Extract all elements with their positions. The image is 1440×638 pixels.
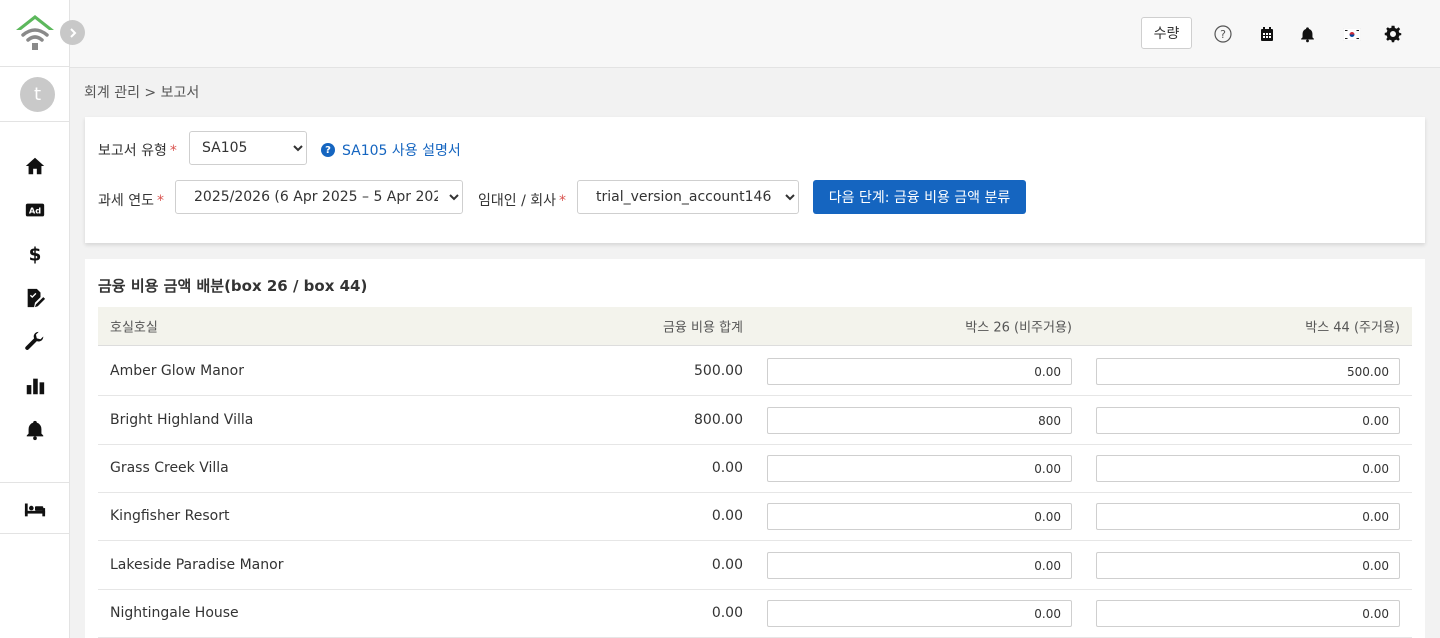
table-row: Amber Glow Manor 500.00 xyxy=(98,347,1412,396)
sidebar-item-home[interactable] xyxy=(0,144,69,188)
home-icon xyxy=(25,157,44,175)
box26-input[interactable] xyxy=(767,600,1072,627)
sidebar-divider-bottom xyxy=(0,533,69,534)
landlord-select[interactable]: trial_version_account146 xyxy=(577,180,799,214)
sidebar-item-notifications[interactable] xyxy=(0,408,69,452)
table-row: Nightingale House 0.00 xyxy=(98,589,1412,638)
notifications-button[interactable] xyxy=(1297,24,1317,44)
finance-total: 0.00 xyxy=(711,605,743,621)
avatar-area: t xyxy=(0,67,69,122)
table-row: Lakeside Paradise Manor 0.00 xyxy=(98,541,1412,590)
box44-input[interactable] xyxy=(1096,407,1400,434)
wrench-icon xyxy=(24,331,43,350)
box44-input[interactable] xyxy=(1096,358,1400,385)
sa105-manual-link[interactable]: ? SA105 사용 설명서 xyxy=(321,140,461,160)
sidebar-item-tools[interactable] xyxy=(0,320,69,364)
report-filter-card: 보고서 유형 * SA105 ? SA105 사용 설명서 과세 연도 * 2025… xyxy=(85,117,1425,243)
sidebar-divider xyxy=(0,482,69,483)
header-box26: 박스 26 (비주거용) xyxy=(965,320,1072,336)
table-row: Bright Highland Villa 800.00 xyxy=(98,396,1412,445)
top-bar: 수량 ? xyxy=(70,0,1440,68)
bell-icon xyxy=(1300,26,1314,42)
quantity-button[interactable]: 수량 xyxy=(1141,17,1192,49)
room-name: Bright Highland Villa xyxy=(110,412,254,428)
finance-total: 800.00 xyxy=(694,412,743,428)
avatar[interactable]: t xyxy=(20,77,55,112)
box26-input[interactable] xyxy=(767,552,1072,579)
dollar-icon: $ xyxy=(28,244,41,265)
room-name: Lakeside Paradise Manor xyxy=(110,557,284,573)
svg-text:$: $ xyxy=(28,244,41,265)
calendar-icon xyxy=(1261,27,1273,41)
svg-text:Ad: Ad xyxy=(28,206,40,216)
sidebar-item-documents[interactable] xyxy=(0,276,69,320)
breadcrumb: 회계 관리 > 보고서 xyxy=(84,85,200,101)
sidebar: t Ad $ xyxy=(0,0,70,638)
box44-input[interactable] xyxy=(1096,600,1400,627)
sidebar-item-reports[interactable] xyxy=(0,364,69,408)
tax-year-select[interactable]: 2025/2026 (6 Apr 2025 – 5 Apr 2026) xyxy=(175,180,463,214)
table-row: Grass Creek Villa 0.00 xyxy=(98,444,1412,493)
header-total: 금융 비용 합계 xyxy=(662,320,743,336)
bed-icon xyxy=(24,503,45,517)
box44-input[interactable] xyxy=(1096,552,1400,579)
next-step-button[interactable]: 다음 단계: 금융 비용 금액 분류 xyxy=(813,180,1026,214)
bar-chart-icon xyxy=(26,378,44,395)
finance-cost-table-card: 금융 비용 금액 배분(box 26 / box 44) 호실호실 금융 비용 … xyxy=(85,259,1425,638)
logo-area xyxy=(0,0,69,67)
box26-input[interactable] xyxy=(767,407,1072,434)
header-box44: 박스 44 (주거용) xyxy=(1305,320,1400,336)
chevron-right-icon xyxy=(69,27,76,38)
header-room: 호실호실 xyxy=(110,320,158,336)
box26-input[interactable] xyxy=(767,455,1072,482)
calendar-button[interactable] xyxy=(1257,24,1277,44)
question-icon: ? xyxy=(321,143,335,157)
finance-total: 0.00 xyxy=(711,460,743,476)
gear-icon xyxy=(1384,25,1402,43)
ad-icon: Ad xyxy=(25,203,44,217)
box44-input[interactable] xyxy=(1096,503,1400,530)
sidebar-item-ads[interactable]: Ad xyxy=(0,188,69,232)
table-row: Kingfisher Resort 0.00 xyxy=(98,492,1412,541)
settings-button[interactable] xyxy=(1383,24,1403,44)
document-edit-icon xyxy=(27,288,45,308)
room-name: Amber Glow Manor xyxy=(110,363,244,379)
report-type-label: 보고서 유형 * xyxy=(98,143,177,159)
box26-input[interactable] xyxy=(767,503,1072,530)
finance-total: 0.00 xyxy=(711,508,743,524)
help-circle-icon: ? xyxy=(1214,25,1232,43)
table-header: 호실호실 금융 비용 합계 박스 26 (비주거용) 박스 44 (주거용) xyxy=(98,307,1412,346)
korea-flag-icon xyxy=(1343,27,1361,41)
box26-input[interactable] xyxy=(767,358,1072,385)
box44-input[interactable] xyxy=(1096,455,1400,482)
logo-wifi-home-icon[interactable] xyxy=(14,13,56,53)
finance-total: 500.00 xyxy=(694,363,743,379)
finance-total: 0.00 xyxy=(711,557,743,573)
tax-year-label: 과세 연도 * xyxy=(98,193,164,209)
section-title: 금융 비용 금액 배분(box 26 / box 44) xyxy=(98,277,368,295)
sidebar-item-rooms[interactable] xyxy=(0,487,69,531)
room-name: Grass Creek Villa xyxy=(110,460,229,476)
language-button[interactable] xyxy=(1342,24,1362,44)
sidebar-nav: Ad $ xyxy=(0,122,69,534)
room-name: Nightingale House xyxy=(110,605,239,621)
sidebar-item-finance[interactable]: $ xyxy=(0,232,69,276)
landlord-label: 임대인 / 회사 * xyxy=(478,193,567,209)
report-type-select[interactable]: SA105 xyxy=(189,131,307,165)
help-button[interactable]: ? xyxy=(1213,24,1233,44)
svg-text:?: ? xyxy=(1220,28,1226,41)
sidebar-collapse-button[interactable] xyxy=(60,20,85,45)
room-name: Kingfisher Resort xyxy=(110,508,230,524)
bell-icon xyxy=(26,420,43,441)
